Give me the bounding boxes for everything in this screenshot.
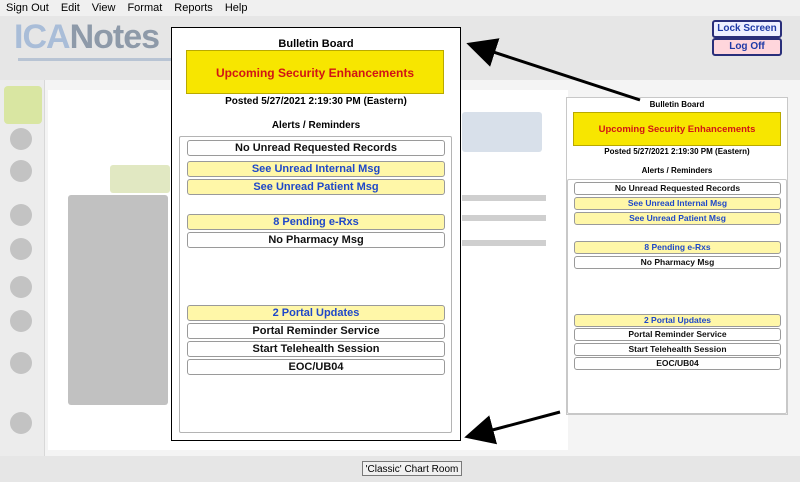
arrow-bottom [464, 410, 561, 445]
arrow-top [466, 38, 641, 102]
annotation-arrows [464, 38, 641, 445]
